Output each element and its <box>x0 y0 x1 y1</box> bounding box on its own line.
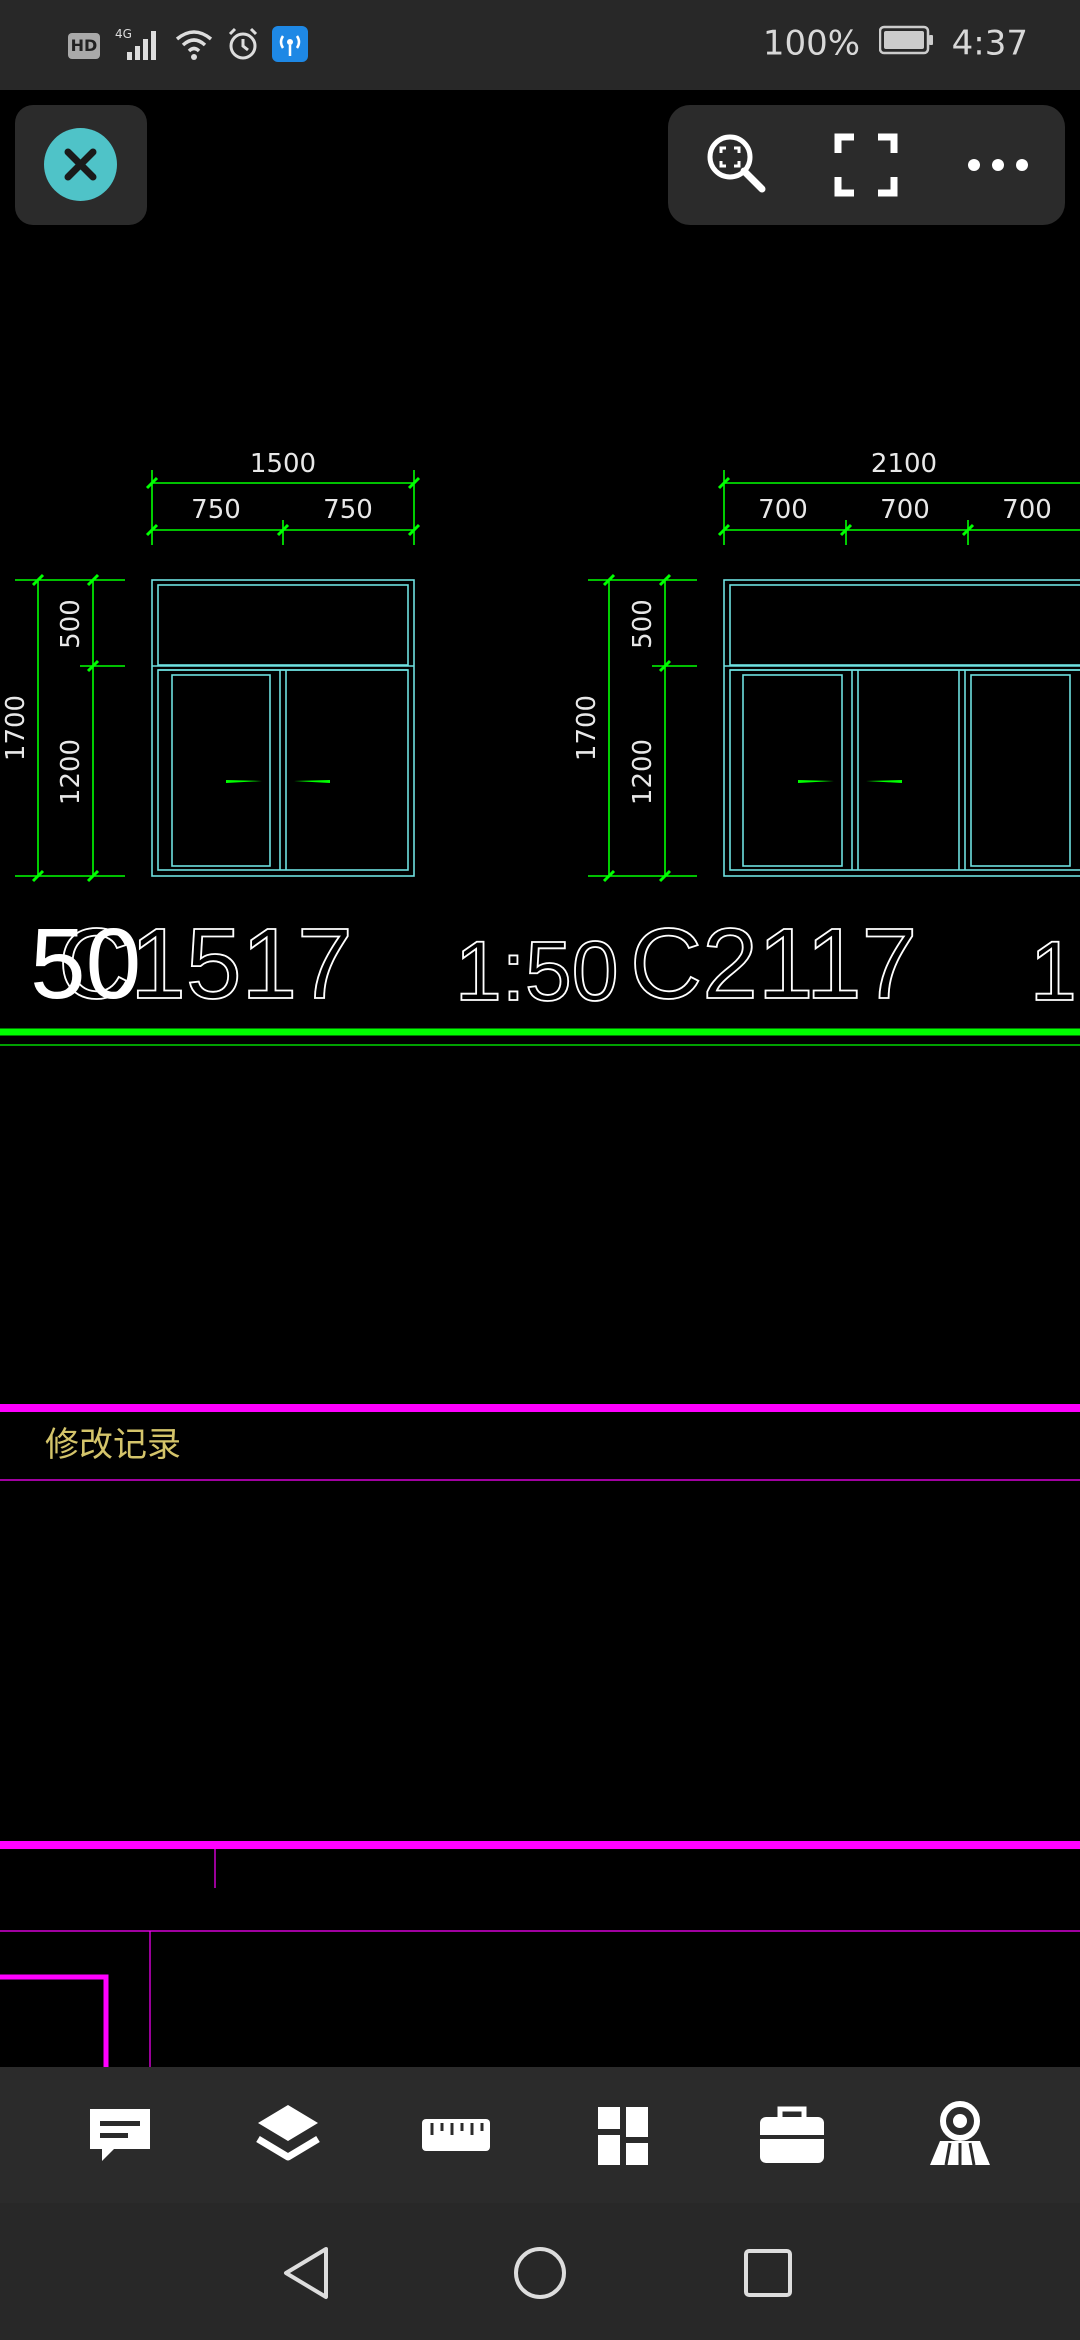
dim-seg-width-2a: 700 <box>758 495 808 525</box>
wifi-icon <box>174 27 214 65</box>
drawing-labels: 50 C1517 1:50 C2117 1: <box>30 907 1080 1021</box>
toolbox-icon <box>760 2106 824 2163</box>
window-frame-1 <box>151 579 415 877</box>
window-handles-1 <box>226 780 330 783</box>
label-right-scale: 1: <box>1030 924 1080 1018</box>
dim-seg-width-2c: 700 <box>1002 495 1052 525</box>
dim-total-width-1: 1500 <box>250 449 316 479</box>
status-bar: HD 4G 100% 4:37 <box>0 0 1080 90</box>
dim-total-height-2: 1700 <box>572 695 602 761</box>
cad-drawing: 1500 750 750 1700 500 1200 2100 700 700 … <box>0 449 1080 2067</box>
signal-icon: 4G <box>113 26 163 66</box>
dim-total-height-1: 1700 <box>1 695 31 761</box>
back-button[interactable] <box>268 2233 348 2313</box>
dimension-lines-top-1 <box>145 470 421 545</box>
dim-seg-height-2a: 500 <box>628 599 658 649</box>
home-icon <box>514 2247 566 2299</box>
layout-button[interactable] <box>584 2095 664 2175</box>
home-button[interactable] <box>500 2233 580 2313</box>
label-window-code-1: C1517 <box>58 908 353 1020</box>
status-icons: HD 4G <box>68 26 314 66</box>
layers-button[interactable] <box>248 2095 328 2175</box>
hotspot-icon <box>272 26 309 66</box>
view-3d-icon <box>930 2101 990 2166</box>
bottom-toolbar <box>0 2067 1080 2203</box>
measure-button[interactable] <box>416 2095 496 2175</box>
dim-total-width-2: 2100 <box>871 449 937 479</box>
fullscreen-button[interactable] <box>828 127 904 203</box>
dim-seg-width-1b: 750 <box>323 495 373 525</box>
window-elevation-2: 2100 700 700 700 1700 500 1200 <box>572 449 1080 883</box>
network-type-label: 4G <box>115 27 132 41</box>
fullscreen-icon <box>834 133 898 197</box>
battery-percent: 100% <box>762 23 861 64</box>
recents-icon <box>744 2249 792 2297</box>
close-icon <box>44 128 117 201</box>
recents-button[interactable] <box>728 2233 808 2313</box>
label-window-code-2: C2117 <box>630 908 917 1020</box>
close-button[interactable] <box>15 105 147 225</box>
dim-seg-width-2b: 700 <box>880 495 930 525</box>
alarm-icon <box>225 26 261 66</box>
back-icon <box>284 2247 328 2299</box>
window-handles-2 <box>798 780 902 783</box>
zoom-extents-icon <box>707 134 766 193</box>
more-options-button[interactable] <box>960 127 1036 203</box>
system-nav-bar <box>0 2203 1080 2340</box>
dim-seg-height-1b: 1200 <box>56 739 86 805</box>
revision-record-label: 修改记录 <box>45 1425 181 1465</box>
hd-badge: HD <box>68 33 100 59</box>
measure-ruler-icon <box>422 2119 490 2151</box>
label-scale-mid: 1:50 <box>455 924 619 1018</box>
window-frame-2 <box>723 579 1080 877</box>
more-icon <box>968 159 1028 171</box>
layers-icon <box>256 2105 320 2161</box>
dim-seg-width-1a: 750 <box>191 495 241 525</box>
zoom-extents-button[interactable] <box>700 127 776 203</box>
clock-time: 4:37 <box>951 23 1028 64</box>
status-right: 100% 4:37 <box>763 22 1028 64</box>
window-elevation-1: 1500 750 750 1700 500 1200 <box>1 449 421 883</box>
dim-seg-height-2b: 1200 <box>628 739 658 805</box>
top-toolbar <box>668 105 1065 225</box>
cad-drawing-canvas[interactable]: 1500 750 750 1700 500 1200 2100 700 700 … <box>0 90 1080 2067</box>
toolbox-button[interactable] <box>752 2095 832 2175</box>
layout-grid-icon <box>598 2107 648 2165</box>
comment-button[interactable] <box>80 2095 160 2175</box>
view-3d-button[interactable] <box>920 2095 1000 2175</box>
battery-icon <box>878 24 935 64</box>
border-lines <box>0 1028 1080 2067</box>
comment-icon <box>90 2109 150 2161</box>
dim-seg-height-1a: 500 <box>56 599 86 649</box>
